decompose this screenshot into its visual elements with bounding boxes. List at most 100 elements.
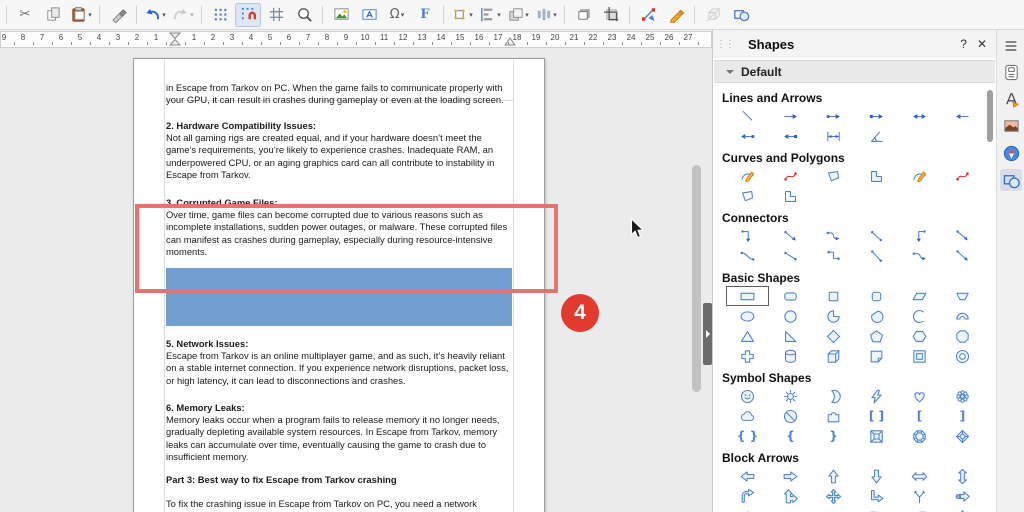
shape-left-bracket[interactable]: [ xyxy=(898,406,941,426)
shape-line[interactable] xyxy=(726,106,769,126)
shape-block-arc[interactable] xyxy=(941,306,984,326)
shape-line-square-arrow[interactable] xyxy=(855,106,898,126)
shape-regular-pentagon[interactable] xyxy=(855,326,898,346)
shape-pentagon-arrow[interactable] xyxy=(769,506,812,512)
shape-connector-curve-arrow[interactable] xyxy=(812,226,855,246)
shape-down-arrow[interactable] xyxy=(855,466,898,486)
sidebar-scrollbar[interactable] xyxy=(987,90,993,142)
shape-line-arrow-right[interactable] xyxy=(769,106,812,126)
shape-polygon-filled[interactable] xyxy=(812,166,855,186)
shape-connector-elbow-arrow-start[interactable] xyxy=(898,226,941,246)
sidebar-tab-properties[interactable] xyxy=(1000,61,1022,83)
shape-connector-s-curve[interactable] xyxy=(726,246,769,266)
shape-connector-straight[interactable] xyxy=(769,246,812,266)
shape-octagon[interactable] xyxy=(941,326,984,346)
shape-connector-elbow-arrow[interactable] xyxy=(726,226,769,246)
shape-curve-filled[interactable] xyxy=(726,166,769,186)
sidebar-help-button[interactable]: ? xyxy=(960,37,967,51)
shape-connector-diagonal[interactable] xyxy=(855,246,898,266)
shape-polygon[interactable] xyxy=(726,186,769,206)
3d-objects-button[interactable] xyxy=(700,3,726,27)
shape-cylinder[interactable] xyxy=(769,346,812,366)
shape-connector-straight-arrow-2[interactable] xyxy=(941,226,984,246)
shape-up-right-arrow[interactable] xyxy=(726,486,769,506)
shape-line-arrow-left[interactable] xyxy=(941,106,984,126)
sidebar-section-default[interactable]: Default xyxy=(714,60,995,83)
shape-right-brace[interactable]: } xyxy=(812,426,855,446)
shape-hexagon[interactable] xyxy=(898,326,941,346)
shape-line-arrow-square-end[interactable] xyxy=(769,126,812,146)
shape-up-arrow-callout[interactable] xyxy=(941,506,984,512)
shape-connector-diagonal-arrow[interactable] xyxy=(941,246,984,266)
shape-square[interactable] xyxy=(812,286,855,306)
undo-button[interactable]: ▾ xyxy=(142,3,168,27)
shape-polygon-45-filled[interactable] xyxy=(855,166,898,186)
redact-marker-button[interactable] xyxy=(663,3,689,27)
shape-diamond-bevel[interactable] xyxy=(941,426,984,446)
sidebar-tab-styles[interactable] xyxy=(1000,88,1022,110)
clone-formatting-button[interactable] xyxy=(105,3,131,27)
zoom-button[interactable] xyxy=(291,3,317,27)
rotate-dropdown-icon[interactable]: ▾ xyxy=(469,11,473,19)
shape-cross[interactable] xyxy=(726,346,769,366)
shape-lightning-bolt[interactable] xyxy=(855,386,898,406)
redo-button[interactable]: ▾ xyxy=(170,3,196,27)
rotate-button[interactable]: ▾ xyxy=(449,3,475,27)
shadow-button[interactable] xyxy=(570,3,596,27)
special-character-button[interactable]: Ω ▾ xyxy=(384,3,410,27)
helplines-while-moving-button[interactable] xyxy=(263,3,289,27)
shape-ellipse[interactable] xyxy=(726,306,769,326)
shape-puzzle[interactable] xyxy=(812,406,855,426)
shape-right-bracket[interactable]: ] xyxy=(941,406,984,426)
cut-button[interactable]: ✂ xyxy=(12,3,38,27)
shape-ring[interactable] xyxy=(941,346,984,366)
distribute-dropdown-icon[interactable]: ▾ xyxy=(553,11,557,19)
shape-rounded-square[interactable] xyxy=(855,286,898,306)
shape-arc[interactable] xyxy=(898,306,941,326)
shape-octagon-bevel[interactable] xyxy=(898,426,941,446)
shape-flower[interactable] xyxy=(941,386,984,406)
shape-connector-elbow-dots[interactable] xyxy=(812,246,855,266)
shape-corner-right-arrow[interactable] xyxy=(855,486,898,506)
insert-image-button[interactable] xyxy=(328,3,354,27)
hide-sidebar-handle[interactable] xyxy=(703,303,712,365)
shape-square-bevel[interactable] xyxy=(855,426,898,446)
shape-freeform-line[interactable] xyxy=(941,166,984,186)
arrange-dropdown-icon[interactable]: ▾ xyxy=(525,11,529,19)
sidebar-menu-icon[interactable] xyxy=(1003,38,1019,54)
shape-folded-corner[interactable] xyxy=(855,346,898,366)
insert-text-box-button[interactable] xyxy=(356,3,382,27)
shape-right-triangle[interactable] xyxy=(769,326,812,346)
shape-prohibited[interactable] xyxy=(769,406,812,426)
crop-image-button[interactable] xyxy=(598,3,624,27)
shape-measure-angle[interactable] xyxy=(855,126,898,146)
align-objects-button[interactable]: ▾ xyxy=(477,3,503,27)
shape-double-bracket[interactable]: [ ] xyxy=(855,406,898,426)
shape-right-arrow-callout[interactable] xyxy=(855,506,898,512)
shape-sun[interactable] xyxy=(769,386,812,406)
basic-shapes-button[interactable] xyxy=(728,3,754,27)
shape-line-arrows-both[interactable] xyxy=(898,106,941,126)
shape-left-brace[interactable]: { xyxy=(769,426,812,446)
shape-left-arrow[interactable] xyxy=(726,466,769,486)
shape-cloud[interactable] xyxy=(726,406,769,426)
shape-left-arrow-callout[interactable] xyxy=(898,506,941,512)
shape-up-arrow[interactable] xyxy=(812,466,855,486)
shape-rounded-rectangle[interactable] xyxy=(769,286,812,306)
shape-rectangle[interactable] xyxy=(726,286,769,306)
shape-smiley-face[interactable] xyxy=(726,386,769,406)
fontwork-button[interactable]: F xyxy=(412,3,438,27)
shape-connector-s-arrow[interactable] xyxy=(898,246,941,266)
paste-dropdown-icon[interactable]: ▾ xyxy=(88,11,92,19)
copy-button[interactable] xyxy=(40,3,66,27)
shape-four-way-arrow[interactable] xyxy=(812,486,855,506)
special-character-dropdown-icon[interactable]: ▾ xyxy=(401,11,405,19)
shape-up-down-arrow[interactable] xyxy=(941,466,984,486)
shape-right-arrow[interactable] xyxy=(769,466,812,486)
shape-notched-right-arrow[interactable] xyxy=(726,506,769,512)
shape-polygon-45[interactable] xyxy=(769,186,812,206)
shape-connector-straight-dots[interactable] xyxy=(855,226,898,246)
shape-left-right-arrow[interactable] xyxy=(898,466,941,486)
sidebar-tab-shapes[interactable] xyxy=(1000,169,1022,191)
shape-trapezoid[interactable] xyxy=(941,286,984,306)
